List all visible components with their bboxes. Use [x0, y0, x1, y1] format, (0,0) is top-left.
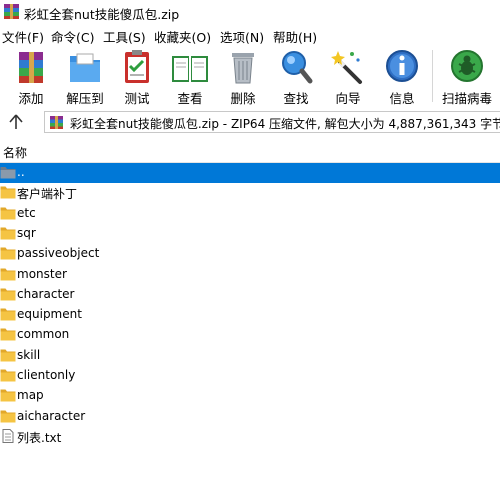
- window-title: 彩虹全套nut技能傻瓜包.zip: [24, 7, 180, 22]
- file-name: sqr: [17, 225, 36, 240]
- virus-scan-button-label: 扫描病毒: [441, 91, 492, 106]
- wizard-wand-icon: [331, 51, 362, 84]
- folder-icon: [0, 288, 16, 301]
- add-button-label: 添加: [18, 91, 44, 106]
- find-button[interactable]: 查找: [269, 48, 323, 106]
- menu-bar: 文件(F) 命令(C) 工具(S) 收藏夹(O) 选项(N) 帮助(H): [0, 25, 500, 45]
- column-header: 名称: [0, 142, 500, 163]
- file-name: aicharacter: [17, 408, 86, 423]
- find-magnifier-icon: [282, 51, 313, 84]
- file-name: 客户端补丁: [17, 187, 78, 202]
- folder-icon: [0, 207, 16, 220]
- file-list-row[interactable]: map: [0, 386, 500, 406]
- file-name: skill: [17, 347, 41, 362]
- folder-icon: [0, 369, 16, 382]
- delete-button[interactable]: 删除: [216, 48, 270, 106]
- file-name: clientonly: [17, 368, 76, 382]
- test-button-label: 测试: [124, 91, 150, 106]
- test-button[interactable]: 测试: [110, 48, 164, 106]
- address-text: 彩虹全套nut技能傻瓜包.zip - ZIP64 压缩文件, 解包大小为 4,8…: [70, 117, 500, 131]
- folder-icon: [0, 268, 16, 280]
- file-name: ..: [17, 165, 25, 179]
- column-name-header[interactable]: 名称: [3, 144, 27, 161]
- menu-options[interactable]: 选项(N): [220, 27, 264, 46]
- address-row: 彩虹全套nut技能傻瓜包.zip - ZIP64 压缩文件, 解包大小为 4,8…: [0, 108, 500, 136]
- virus-scan-icon: [451, 50, 483, 82]
- info-icon: [386, 50, 418, 82]
- extract-button[interactable]: 解压到: [58, 48, 112, 106]
- file-name: 列表.txt: [17, 430, 62, 445]
- file-list-row[interactable]: 列表.txt: [0, 427, 500, 447]
- file-list-row[interactable]: ..: [0, 163, 500, 183]
- up-one-level-icon[interactable]: [6, 113, 26, 131]
- file-list-row[interactable]: monster: [0, 265, 500, 285]
- menu-commands[interactable]: 命令(C): [51, 27, 94, 46]
- extract-folder-icon: [70, 53, 100, 82]
- folder-icon: [0, 349, 16, 362]
- file-list-row[interactable]: common: [0, 325, 500, 345]
- title-bar: 彩虹全套nut技能傻瓜包.zip: [0, 0, 500, 24]
- folder-icon: [0, 186, 16, 199]
- add-archive-icon: [19, 52, 43, 83]
- address-bar[interactable]: 彩虹全套nut技能傻瓜包.zip - ZIP64 压缩文件, 解包大小为 4,8…: [44, 111, 500, 133]
- file-list-row[interactable]: aicharacter: [0, 407, 500, 427]
- file-name: equipment: [17, 307, 82, 322]
- extract-button-label: 解压到: [66, 91, 104, 106]
- find-button-label: 查找: [283, 91, 309, 106]
- test-clipboard-icon: [125, 50, 149, 83]
- folder-icon: [0, 410, 16, 423]
- file-name: passiveobject: [17, 246, 100, 261]
- menu-file[interactable]: 文件(F): [2, 27, 44, 46]
- parent-folder-icon: [0, 167, 16, 179]
- virus-scan-button[interactable]: 扫描病毒: [436, 48, 498, 106]
- view-button[interactable]: 查看: [163, 48, 217, 106]
- folder-icon: [0, 328, 16, 341]
- file-list-row[interactable]: equipment: [0, 305, 500, 325]
- view-book-icon: [172, 56, 208, 82]
- file-list: .. 客户端补丁 etc sqr passiveobject monster charact…: [0, 163, 500, 463]
- archive-icon: [50, 116, 63, 129]
- folder-icon: [0, 308, 16, 321]
- menu-help[interactable]: 帮助(H): [273, 27, 317, 46]
- add-button[interactable]: 添加: [4, 48, 58, 106]
- file-list-row[interactable]: character: [0, 285, 500, 305]
- menu-favorites[interactable]: 收藏夹(O): [154, 27, 211, 46]
- toolbar-separator: [432, 50, 433, 102]
- info-button-label: 信息: [389, 91, 415, 106]
- folder-icon: [0, 247, 16, 260]
- wizard-button[interactable]: 向导: [321, 48, 375, 106]
- file-list-row[interactable]: passiveobject: [0, 244, 500, 264]
- delete-button-label: 删除: [230, 91, 256, 106]
- menu-tools[interactable]: 工具(S): [103, 27, 146, 46]
- view-button-label: 查看: [177, 91, 203, 106]
- delete-trash-icon: [232, 53, 254, 84]
- file-list-row[interactable]: sqr: [0, 224, 500, 244]
- file-list-row[interactable]: 客户端补丁: [0, 183, 500, 203]
- file-list-row[interactable]: etc: [0, 204, 500, 224]
- file-name: etc: [17, 205, 36, 220]
- file-list-row[interactable]: skill: [0, 346, 500, 366]
- folder-icon: [0, 389, 16, 402]
- toolbar: 添加 解压到 测试 查看 删除 查找 向导 信息 扫描病毒: [0, 46, 500, 106]
- folder-icon: [0, 227, 16, 240]
- info-button[interactable]: 信息: [375, 48, 429, 106]
- wizard-button-label: 向导: [335, 91, 361, 106]
- file-name: character: [17, 286, 75, 301]
- text-file-icon: [2, 428, 14, 443]
- file-list-row[interactable]: clientonly: [0, 366, 500, 386]
- winrar-app-icon: [4, 4, 19, 19]
- file-name: monster: [17, 266, 67, 281]
- file-name: map: [17, 388, 44, 403]
- file-name: common: [17, 327, 70, 342]
